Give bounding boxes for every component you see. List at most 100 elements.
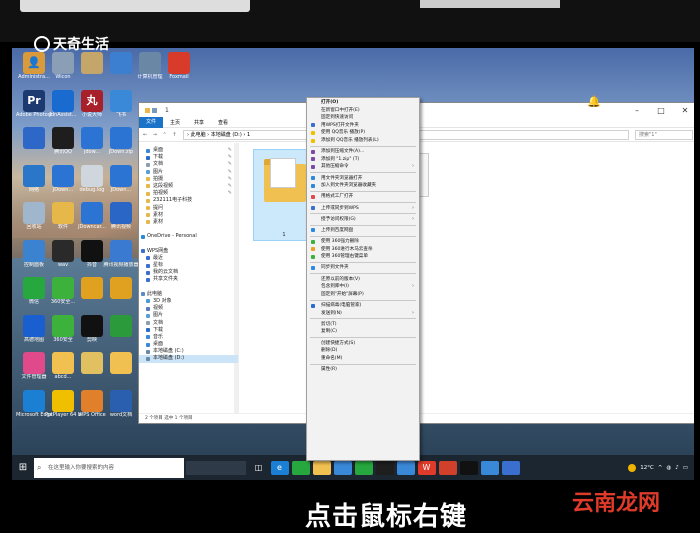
nav-item[interactable]: 本地磁盘 (D:): [139, 355, 238, 363]
app-icon: [110, 89, 132, 112]
context-menu-item[interactable]: 发送到(N) ›: [307, 310, 419, 318]
nav-item[interactable]: 最近: [139, 255, 238, 262]
menu-separator: [310, 299, 416, 301]
edge-icon[interactable]: e: [270, 460, 289, 475]
context-menu-item[interactable]: 添加到 QQ音乐 播放列表(L): [307, 137, 419, 145]
desktop-icon[interactable]: [103, 352, 139, 374]
menu-item-label: 包含到库中(I): [321, 284, 349, 290]
nav-item[interactable]: 拍摄 ✎: [139, 176, 238, 183]
tab-home[interactable]: 主页: [163, 119, 187, 126]
context-menu-item[interactable]: 复制(C): [307, 328, 419, 336]
desktop-icon[interactable]: 腾讯视频: [103, 202, 139, 231]
tab-share[interactable]: 共享: [187, 119, 211, 126]
nav-item[interactable]: 图片: [139, 312, 238, 319]
explorer-icon[interactable]: [312, 460, 331, 475]
desktop-icon[interactable]: [103, 314, 139, 337]
minimize-button[interactable]: –: [625, 106, 649, 115]
close-button[interactable]: ✕: [673, 106, 694, 115]
chat-icon[interactable]: [354, 460, 373, 475]
context-menu-item[interactable]: 同步到文件夹: [307, 264, 419, 272]
context-menu-item[interactable]: 其他压缩命令 ›: [307, 163, 419, 171]
context-menu-item[interactable]: 上传或同步到WPS ›: [307, 205, 419, 213]
office-icon[interactable]: [438, 460, 457, 475]
menu-item-icon: [311, 254, 315, 259]
desktop-icon[interactable]: JDown...: [103, 164, 139, 194]
app-icon[interactable]: [501, 460, 520, 475]
context-menu-item[interactable]: 使用 360管理右键菜单: [307, 253, 419, 261]
context-menu-item[interactable]: 使用 360强力删除: [307, 238, 419, 246]
notification-icon[interactable]: ▭: [683, 465, 688, 471]
context-menu-item[interactable]: 重命名(M): [307, 355, 419, 363]
menu-separator: [310, 172, 416, 174]
nav-item[interactable]: 共享文件夹: [139, 276, 238, 283]
context-menu-item[interactable]: 属性(R): [307, 366, 419, 374]
context-menu-item[interactable]: 创建快捷方式(S): [307, 340, 419, 348]
nav-item[interactable]: 此电脑: [139, 291, 238, 298]
context-menu-item[interactable]: 用格式工厂打开: [307, 193, 419, 201]
qq-icon[interactable]: [375, 460, 394, 475]
network-icon[interactable]: ◍: [666, 465, 671, 471]
taskbar-search-input[interactable]: 在这里输入你要搜索的内容: [34, 457, 184, 478]
tab-view[interactable]: 查看: [211, 119, 235, 126]
desktop-icon[interactable]: Foxmail: [161, 52, 197, 81]
context-menu-item[interactable]: 加入到文件夹浏览器收藏夹: [307, 182, 419, 190]
desktop-icon-label: 腾讯视频: [110, 224, 131, 230]
nav-item[interactable]: WPS网盘: [139, 248, 238, 255]
maximize-button[interactable]: □: [649, 106, 673, 115]
nav-item[interactable]: 素材: [139, 212, 238, 219]
context-menu-item[interactable]: 上传到百度网盘: [307, 227, 419, 235]
context-menu-item[interactable]: 固定到"开始"屏幕(P): [307, 291, 419, 299]
context-menu-item[interactable]: 添加到 "1.zip" (T): [307, 156, 419, 164]
nav-item-label: 桌面: [153, 147, 164, 153]
desktop-icon[interactable]: 飞书: [103, 89, 139, 119]
nav-item[interactable]: 素材: [139, 219, 238, 226]
windows-start-icon[interactable]: ⊞: [12, 462, 34, 473]
context-menu-item[interactable]: 添加到压缩文件(A)...: [307, 148, 419, 156]
tray-arrow-icon[interactable]: ^: [658, 465, 663, 471]
context-menu-item[interactable]: 打开(O): [307, 99, 419, 107]
tab-file[interactable]: 文件: [139, 116, 164, 128]
context-menu-item[interactable]: 使用 360进行木马云查杀: [307, 246, 419, 254]
app-icon: [52, 52, 74, 74]
media-icon[interactable]: [480, 460, 499, 475]
taskbar-search-box[interactable]: [186, 460, 246, 475]
task-view-icon[interactable]: ◫: [250, 461, 268, 475]
context-menu-item[interactable]: 用文件夹浏览器打开: [307, 175, 419, 183]
nav-item-label: WPS网盘: [147, 247, 169, 254]
search-input[interactable]: 搜索"1": [635, 129, 693, 140]
nav-item[interactable]: OneDrive - Personal: [139, 233, 238, 240]
system-tray: 12°C ^ ◍ ♪ ▭: [628, 463, 694, 472]
wechat-icon[interactable]: [291, 460, 310, 475]
quick-access-icon[interactable]: [152, 107, 157, 113]
wps-icon[interactable]: W: [417, 460, 436, 475]
nav-item[interactable]: 文档: [139, 320, 238, 327]
desktop-icon[interactable]: 腾讯视频播放器: [103, 239, 139, 269]
feishu-icon[interactable]: [396, 460, 415, 475]
context-menu-item[interactable]: 剪切(T): [307, 321, 419, 329]
pin-icon: ✎: [227, 161, 232, 168]
context-menu-item[interactable]: 还原以前的版本(V): [307, 276, 419, 284]
desktop-icon[interactable]: word文档: [103, 389, 139, 419]
context-menu-item[interactable]: 包含到库中(I) ›: [307, 283, 419, 291]
volume-icon[interactable]: ♪: [675, 465, 679, 471]
context-menu-item[interactable]: 固定到快速访问: [307, 114, 419, 122]
nav-arrows[interactable]: ← → ⌃ ↑: [143, 132, 183, 138]
nav-item[interactable]: 232111电子科技: [139, 197, 238, 204]
context-menu-item[interactable]: 使用 QQ音乐 播放(P): [307, 129, 419, 137]
desktop-icon[interactable]: [103, 277, 139, 299]
capcut-icon[interactable]: [459, 460, 478, 475]
context-menu-item[interactable]: 用WPS打开文件夹: [307, 122, 419, 130]
nav-item[interactable]: 文档 ✎: [139, 161, 238, 168]
nav-item[interactable]: 音乐: [139, 334, 238, 341]
nav-item[interactable]: 下载: [139, 327, 238, 334]
desktop-icon[interactable]: JDown.zip: [103, 127, 139, 156]
context-menu-item[interactable]: 授予访问权限(G) ›: [307, 216, 419, 224]
app-icon: [52, 89, 74, 112]
context-menu-item[interactable]: 扫描病毒(电脑管家): [307, 302, 419, 310]
nav-item[interactable]: 图片 ✎: [139, 169, 238, 176]
store-icon[interactable]: [333, 460, 352, 475]
nav-item[interactable]: 提问: [139, 205, 238, 212]
context-menu-item[interactable]: 在新窗口中打开(E): [307, 107, 419, 115]
weather-temp: 12°C: [640, 464, 654, 471]
context-menu-item[interactable]: 删除(D): [307, 347, 419, 355]
